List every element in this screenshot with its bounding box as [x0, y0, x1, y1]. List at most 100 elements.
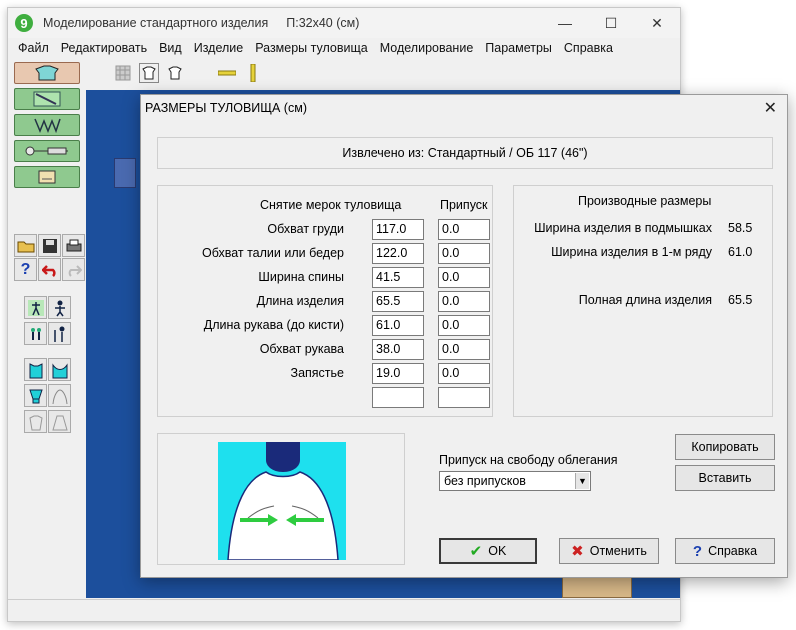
measurement-label: Обхват груди	[267, 222, 344, 236]
derived-value: 61.0	[728, 245, 753, 259]
minimize-button[interactable]: —	[542, 8, 588, 38]
redo-icon[interactable]	[62, 258, 85, 281]
ease-select-value: без припусков	[444, 474, 526, 488]
figure-size-icon[interactable]	[48, 322, 71, 345]
chart-view-button[interactable]	[14, 166, 80, 188]
canvas-piece-marker[interactable]	[114, 158, 136, 188]
derived-header: Производные размеры	[578, 194, 712, 208]
vest-shape-icon[interactable]	[24, 358, 47, 381]
maximize-button[interactable]: ☐	[588, 8, 634, 38]
sleeve-length-allowance-input[interactable]: 0.0	[438, 315, 490, 336]
ease-label: Припуск на свободу облегания	[439, 453, 618, 467]
back-width-allowance-input[interactable]: 0.0	[438, 267, 490, 288]
garment-length-allowance-input[interactable]: 0.0	[438, 291, 490, 312]
menu-parameters[interactable]: Параметры	[479, 41, 558, 55]
menu-view[interactable]: Вид	[153, 41, 188, 55]
undo-icon[interactable]	[38, 258, 61, 281]
help-question-icon: ?	[692, 542, 703, 560]
garment-length-input[interactable]: 65.5	[372, 291, 424, 312]
menu-edit[interactable]: Редактировать	[55, 41, 153, 55]
group-figures-icon[interactable]	[24, 322, 47, 345]
body-measure-icon[interactable]	[24, 296, 47, 319]
garment-mode-button[interactable]	[14, 62, 80, 84]
chest-allowance-input[interactable]: 0.0	[438, 219, 490, 240]
knitting-machine-button[interactable]	[14, 140, 80, 162]
measurement-label: Запястье	[290, 366, 344, 380]
status-bar	[8, 599, 680, 621]
measurement-label: Ширина спины	[258, 270, 344, 284]
sweater-back-icon[interactable]	[165, 63, 185, 83]
measurements-header: Снятие мерок туловища	[260, 198, 402, 212]
allowance-header: Припуск	[440, 198, 488, 212]
sleeve-girth-input[interactable]: 38.0	[372, 339, 424, 360]
top-toolbar	[113, 62, 263, 84]
grid-icon[interactable]	[113, 63, 133, 83]
body-outline-icon[interactable]	[24, 410, 47, 433]
extra-allowance-input[interactable]	[438, 387, 490, 408]
dialog-close-button[interactable]: ✕	[764, 98, 777, 118]
derived-value: 58.5	[728, 221, 753, 235]
derived-sizes-panel: Производные размеры Ширина изделия в под…	[513, 185, 773, 417]
menu-body-sizes[interactable]: Размеры туловища	[249, 41, 374, 55]
chest-measure-illustration	[218, 442, 346, 560]
measurement-illustration-panel	[157, 433, 405, 565]
menu-modeling[interactable]: Моделирование	[374, 41, 480, 55]
measurement-label: Длина рукава (до кисти)	[203, 318, 344, 332]
derived-label: Полная длина изделия	[578, 293, 712, 307]
paste-button-label: Вставить	[698, 471, 752, 485]
ok-button-label: OK	[488, 544, 507, 558]
vertical-ruler-icon[interactable]	[243, 63, 263, 83]
app-logo-icon: 9	[15, 14, 33, 32]
window-close-button[interactable]: ✕	[634, 8, 680, 38]
waist-hip-allowance-input[interactable]: 0.0	[438, 243, 490, 264]
sweater-icon	[35, 65, 59, 81]
garment-pieces-icon	[34, 118, 61, 133]
menu-help[interactable]: Справка	[558, 41, 619, 55]
menu-file[interactable]: Файл	[12, 41, 55, 55]
title-bar: 9 Моделирование стандартного изделия П:3…	[8, 8, 680, 38]
copy-button[interactable]: Копировать	[675, 434, 775, 460]
person-measure-icon[interactable]	[48, 296, 71, 319]
pieces-mode-button[interactable]	[14, 114, 80, 136]
wrist-input[interactable]: 19.0	[372, 363, 424, 384]
left-tool-panel: ?	[12, 60, 86, 605]
pattern-mode-button[interactable]	[14, 88, 80, 110]
chevron-down-icon[interactable]: ▼	[575, 473, 589, 489]
ok-button[interactable]: ✔ OK	[439, 538, 537, 564]
horizontal-ruler-icon[interactable]	[217, 63, 237, 83]
help-button[interactable]: ? Справка	[675, 538, 775, 564]
copy-button-label: Копировать	[691, 440, 759, 454]
chart-view-icon	[38, 170, 56, 184]
source-label: Извлечено из: Стандартный / ОБ 117 (46")	[342, 146, 588, 160]
sleeve-girth-allowance-input[interactable]: 0.0	[438, 339, 490, 360]
sweater-front-icon[interactable]	[139, 63, 159, 83]
knitting-machine-icon	[25, 146, 68, 156]
cup-shape-icon[interactable]	[24, 384, 47, 407]
size-label: П:32х40 (см)	[286, 16, 360, 30]
measurement-label: Обхват рукава	[259, 342, 344, 356]
save-icon[interactable]	[38, 234, 61, 257]
ease-select[interactable]: без припусков ▼	[439, 471, 591, 491]
extra-measurement-input[interactable]	[372, 387, 424, 408]
sleeve-length-input[interactable]: 61.0	[372, 315, 424, 336]
derived-label: Ширина изделия в подмышках	[534, 221, 712, 235]
open-folder-icon[interactable]	[14, 234, 37, 257]
body-sizes-dialog: РАЗМЕРЫ ТУЛОВИЩА (см) ✕ Извлечено из: Ст…	[140, 94, 788, 578]
print-icon[interactable]	[62, 234, 85, 257]
checkmark-icon: ✔	[469, 543, 483, 560]
paste-button[interactable]: Вставить	[675, 465, 775, 491]
cancel-button-label: Отменить	[589, 544, 647, 558]
menu-garment[interactable]: Изделие	[188, 41, 250, 55]
waist-hip-girth-input[interactable]: 122.0	[372, 243, 424, 264]
derived-label: Ширина изделия в 1-м ряду	[551, 245, 712, 259]
skirt-shape-icon[interactable]	[48, 410, 71, 433]
wrist-allowance-input[interactable]: 0.0	[438, 363, 490, 384]
cancel-button[interactable]: ✖ Отменить	[559, 538, 659, 564]
menu-bar: Файл Редактировать Вид Изделие Размеры т…	[8, 38, 680, 58]
cancel-x-icon: ✖	[571, 543, 584, 560]
back-width-input[interactable]: 41.5	[372, 267, 424, 288]
chest-girth-input[interactable]: 117.0	[372, 219, 424, 240]
neckline-shape-icon[interactable]	[48, 358, 71, 381]
help-question-icon[interactable]: ?	[14, 258, 37, 281]
sleeve-cap-icon[interactable]	[48, 384, 71, 407]
